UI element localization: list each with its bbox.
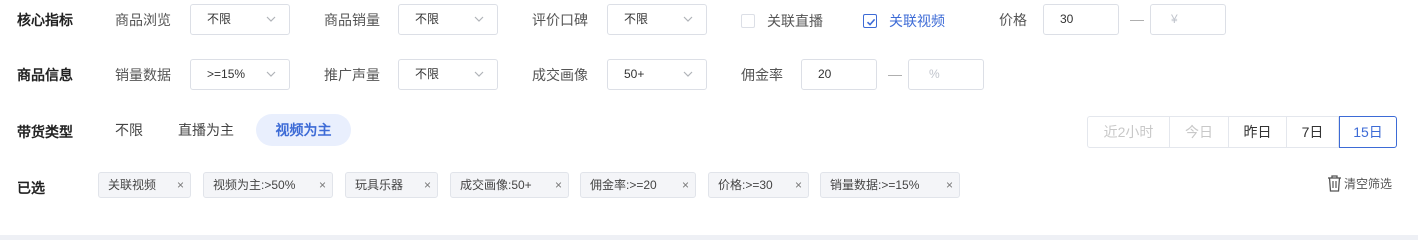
bottom-divider: [0, 235, 1418, 240]
selected-tag-label: 成交画像:50+: [460, 178, 532, 192]
commission-min-value: 20: [818, 67, 832, 81]
reputation-select-value: 不限: [624, 12, 649, 26]
sales-data-select-value: >=15%: [207, 67, 246, 81]
time-option-2h[interactable]: 近2小时: [1087, 116, 1170, 148]
trash-icon: [1328, 175, 1341, 192]
row-label-core: 核心指标: [17, 12, 73, 28]
commission-label: 佣金率: [741, 67, 783, 83]
selected-tag-label: 佣金率:>=20: [590, 178, 657, 192]
promo-select[interactable]: 不限: [398, 59, 498, 90]
sales-data-label: 销量数据: [115, 67, 171, 83]
selected-tag: 佣金率:>=20 ×: [580, 172, 696, 198]
time-option-yesterday[interactable]: 昨日: [1229, 116, 1287, 148]
commission-max-placeholder: %: [929, 67, 940, 81]
browse-select[interactable]: 不限: [190, 4, 290, 35]
time-option-7d[interactable]: 7日: [1287, 116, 1339, 148]
price-min-input[interactable]: 30: [1043, 4, 1119, 35]
sales-select[interactable]: 不限: [398, 4, 498, 35]
price-max-input[interactable]: ¥: [1150, 4, 1226, 35]
selected-tag-label: 关联视频: [108, 178, 157, 192]
selected-tag: 价格:>=30 ×: [708, 172, 809, 198]
type-option-unlimited[interactable]: 不限: [115, 114, 143, 146]
type-option-video[interactable]: 视频为主: [256, 114, 351, 146]
reputation-select[interactable]: 不限: [607, 4, 707, 35]
close-icon[interactable]: ×: [319, 173, 326, 197]
type-option-live[interactable]: 直播为主: [178, 114, 234, 146]
clear-filters-label[interactable]: 清空筛选: [1344, 175, 1392, 192]
live-checkbox[interactable]: [741, 14, 755, 28]
product-info-row: 商品信息 销量数据 >=15% 推广声量 不限 成交画像 50+ 佣金率 20 …: [0, 57, 1418, 93]
selected-tag: 关联视频 ×: [98, 172, 191, 198]
row-label-type: 带货类型: [17, 124, 73, 140]
browse-select-value: 不限: [207, 12, 232, 26]
live-checkbox-label[interactable]: 关联直播: [767, 2, 823, 40]
chevron-down-icon: [266, 71, 276, 77]
close-icon[interactable]: ×: [682, 173, 689, 197]
check-icon: [866, 18, 876, 26]
selected-tag: 销量数据:>=15% ×: [820, 172, 960, 198]
selected-tag-label: 视频为主:>50%: [213, 178, 296, 192]
buyer-select-value: 50+: [624, 67, 645, 81]
core-metrics-row: 核心指标 商品浏览 不限 商品销量 不限 评价口碑 不限 关联直播 关联视频 价…: [0, 2, 1418, 38]
close-icon[interactable]: ×: [177, 173, 184, 197]
chevron-down-icon: [474, 16, 484, 22]
promo-select-value: 不限: [415, 67, 440, 81]
sales-data-select[interactable]: >=15%: [190, 59, 290, 90]
selected-tag-label: 价格:>=30: [718, 178, 773, 192]
close-icon[interactable]: ×: [795, 173, 802, 197]
time-option-today[interactable]: 今日: [1170, 116, 1229, 148]
promo-label: 推广声量: [324, 67, 380, 83]
selected-tag: 视频为主:>50% ×: [203, 172, 333, 198]
video-checkbox[interactable]: [863, 14, 877, 28]
reputation-label: 评价口碑: [532, 12, 588, 28]
commission-min-input[interactable]: 20: [801, 59, 877, 90]
row-label-product: 商品信息: [17, 67, 73, 83]
clear-filters-button[interactable]: 清空筛选: [1326, 171, 1392, 195]
sales-select-value: 不限: [415, 12, 440, 26]
price-min-value: 30: [1060, 12, 1074, 26]
time-range-group: 近2小时 今日 昨日 7日 15日: [1087, 116, 1397, 148]
buyer-select[interactable]: 50+: [607, 59, 707, 90]
selected-tag-label: 玩具乐器: [355, 178, 404, 192]
sales-label: 商品销量: [324, 12, 380, 28]
selected-tag: 成交画像:50+ ×: [450, 172, 569, 198]
selected-tag: 玩具乐器 ×: [345, 172, 438, 198]
price-max-placeholder: ¥: [1171, 12, 1178, 26]
browse-label: 商品浏览: [115, 12, 171, 28]
close-icon[interactable]: ×: [946, 173, 953, 197]
selected-tag-label: 销量数据:>=15%: [830, 178, 920, 192]
time-option-15d[interactable]: 15日: [1339, 116, 1397, 148]
chevron-down-icon: [683, 71, 693, 77]
commission-max-input[interactable]: %: [908, 59, 984, 90]
video-checkbox-label[interactable]: 关联视频: [889, 2, 945, 40]
close-icon[interactable]: ×: [555, 173, 562, 197]
chevron-down-icon: [683, 16, 693, 22]
price-label: 价格: [999, 12, 1027, 28]
close-icon[interactable]: ×: [424, 173, 431, 197]
row-label-selected: 已选: [17, 180, 45, 196]
price-dash: —: [1130, 11, 1144, 27]
commission-dash: —: [888, 66, 902, 82]
buyer-label: 成交画像: [532, 67, 588, 83]
chevron-down-icon: [266, 16, 276, 22]
chevron-down-icon: [474, 71, 484, 77]
